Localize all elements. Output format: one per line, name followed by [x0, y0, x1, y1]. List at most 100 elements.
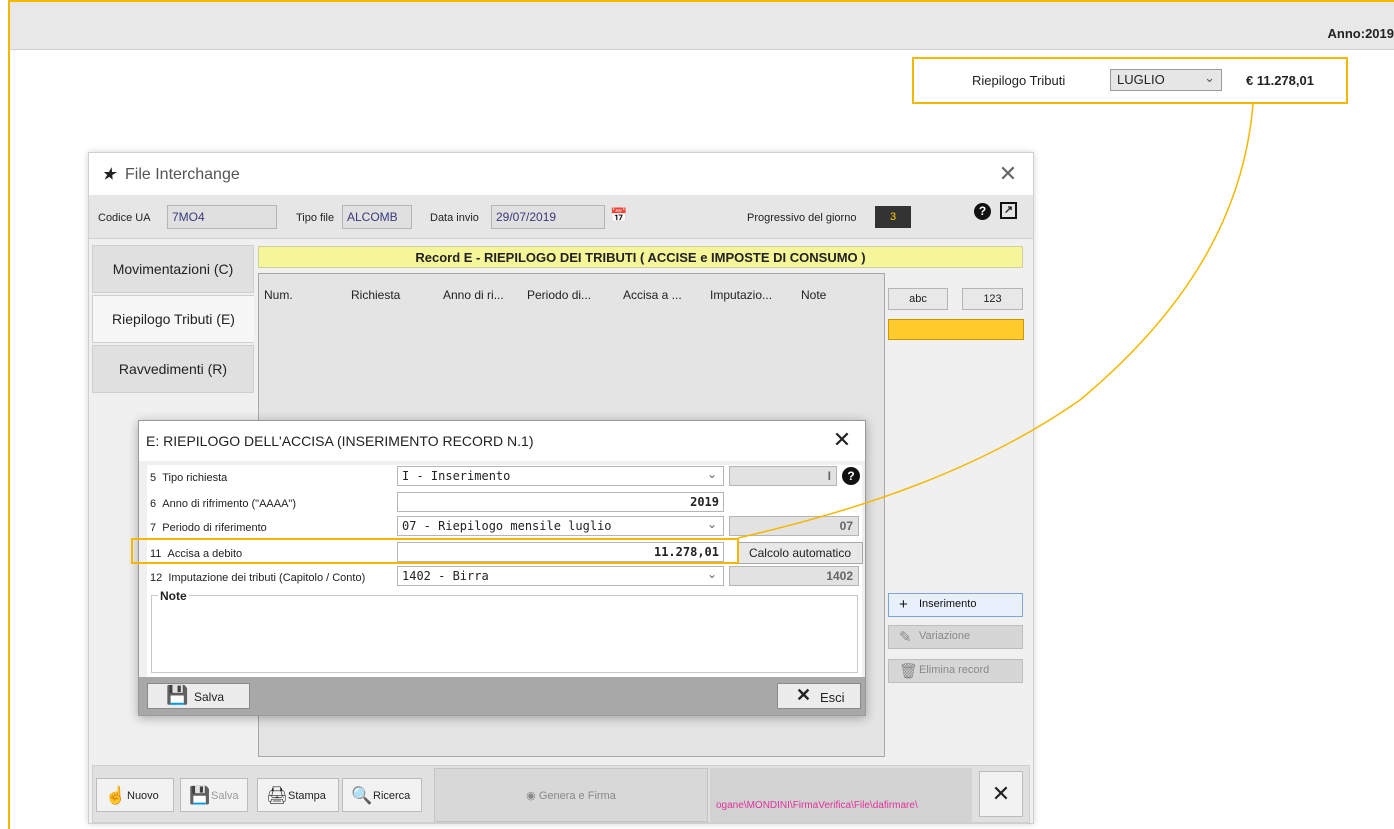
zoom-in-icon: 🔍 — [351, 786, 373, 805]
data-invio-field[interactable]: 29/07/2019 — [491, 205, 605, 229]
variazione-label: Variazione — [919, 630, 971, 642]
window-close-icon[interactable]: ✕ — [995, 161, 1021, 187]
toolbar-close-button[interactable]: ✕ — [979, 771, 1023, 817]
help-icon[interactable]: ? — [842, 467, 860, 485]
plus-icon: + — [899, 596, 908, 613]
tipo-file-field[interactable]: ALCOMB — [342, 205, 412, 229]
dialog-esci-button[interactable]: ✕ Esci — [777, 683, 861, 709]
elimina-label: Elimina record — [919, 664, 990, 676]
row-label: 12 Imputazione dei tributi (Capitolo / C… — [150, 572, 366, 584]
periodo-value: 07 - Riepilogo mensile luglio — [402, 519, 612, 533]
page-header-bar: Anno:2019 — [8, 0, 1394, 50]
anno-input[interactable]: 2019 — [397, 492, 724, 512]
column-header[interactable]: Num. — [264, 288, 293, 302]
anno-label: Anno:2019 — [1327, 26, 1394, 41]
calendar-icon[interactable]: 📅 — [610, 207, 627, 224]
tipo-richiesta-value: I - Inserimento — [402, 469, 511, 483]
calcolo-automatico-button[interactable]: Calcolo automatico — [737, 542, 863, 564]
dialog-title: E: RIEPILOGO DELL'ACCISA (INSERIMENTO RE… — [146, 433, 534, 449]
dialog-footer: 💾 Salva ✕ Esci — [139, 677, 865, 715]
form-row-imputazione: 12 Imputazione dei tributi (Capitolo / C… — [147, 565, 862, 587]
imputazione-value: 1402 - Birra — [402, 569, 489, 583]
dialog-salva-label: Salva — [194, 690, 225, 704]
close-icon: ✕ — [991, 781, 1011, 806]
ricerca-button[interactable]: 🔍 Ricerca — [342, 778, 422, 812]
periodo-select[interactable]: 07 - Riepilogo mensile luglio ⌄ — [397, 516, 724, 536]
nuovo-label: Nuovo — [127, 790, 159, 802]
row-label: 7 Periodo di riferimento — [150, 522, 267, 534]
toolbar-salva-button[interactable]: 💾 Salva — [180, 778, 248, 812]
tab-ravvedimenti[interactable]: Ravvedimenti (R) — [92, 345, 254, 393]
note-label: Note — [158, 589, 189, 603]
month-select[interactable]: LUGLIO ⌄ — [1110, 69, 1222, 91]
ricerca-label: Ricerca — [373, 790, 411, 802]
imputazione-code: 1402 — [729, 566, 859, 586]
genera-firma-button[interactable]: ◉ Genera e Firma — [434, 768, 708, 822]
highlight-border-left — [8, 0, 10, 829]
tipo-file-label: Tipo file — [296, 212, 335, 224]
riepilogo-tributi-label: Riepilogo Tributi — [972, 73, 1066, 88]
dialog-salva-button[interactable]: 💾 Salva — [147, 683, 250, 709]
dialog-titlebar: E: RIEPILOGO DELL'ACCISA (INSERIMENTO RE… — [139, 421, 865, 461]
genera-firma-label: Genera e Firma — [538, 790, 616, 802]
progressivo-label: Progressivo del giorno — [747, 212, 857, 224]
fingerprint-icon: ◉ — [526, 790, 536, 802]
riepilogo-tributi-panel: Riepilogo Tributi LUGLIO ⌄ € 11.278,01 — [912, 57, 1348, 104]
pencil-icon: ✎ — [899, 629, 912, 646]
file-info-bar: Codice UA 7MO4 Tipo file ALCOMB Data inv… — [89, 195, 1033, 239]
dialog-esci-label: Esci — [820, 690, 845, 705]
row-label: 5 Tipo richiesta — [150, 472, 228, 484]
inserimento-button[interactable]: + Inserimento — [888, 593, 1023, 617]
tab-riepilogo-tributi[interactable]: Riepilogo Tributi (E) — [92, 295, 254, 343]
nuovo-button[interactable]: ☝ Nuovo — [96, 778, 174, 812]
elimina-record-button[interactable]: 🗑 Elimina record — [888, 659, 1023, 683]
inserimento-label: Inserimento — [919, 598, 977, 610]
tipo-richiesta-select[interactable]: I - Inserimento ⌄ — [397, 466, 724, 486]
chevron-down-icon: ⌄ — [706, 517, 717, 531]
column-header[interactable]: Richiesta — [351, 288, 400, 302]
record-header: Record E - RIEPILOGO DEI TRIBUTI ( ACCIS… — [258, 246, 1023, 268]
riepilogo-amount: € 11.278,01 — [1246, 73, 1314, 88]
dialog-close-icon[interactable]: ✕ — [829, 427, 855, 453]
numeric-button[interactable]: 123 — [962, 288, 1023, 310]
dialog-form: 5 Tipo richiesta I - Inserimento ⌄ I ? 6… — [147, 465, 863, 681]
column-header[interactable]: Periodo di... — [527, 288, 591, 302]
periodo-code: 07 — [729, 516, 859, 536]
hand-pointer-icon: ☝ — [105, 786, 127, 805]
stampa-label: Stampa — [288, 790, 326, 802]
form-row-periodo: 7 Periodo di riferimento 07 - Riepilogo … — [147, 515, 862, 537]
form-row-anno: 6 Anno di rifrimento ("AAAA") 2019 — [147, 491, 862, 513]
month-select-value: LUGLIO — [1117, 72, 1165, 87]
imputazione-select[interactable]: 1402 - Birra ⌄ — [397, 566, 724, 586]
note-textarea[interactable]: Note — [151, 589, 858, 673]
chevron-down-icon: ⌄ — [706, 467, 717, 481]
bottom-toolbar: ☝ Nuovo 💾 Salva 🖨 Stampa 🔍 Ricerca ◉ Gen… — [92, 765, 1030, 823]
search-input[interactable] — [888, 319, 1024, 340]
row-label: 6 Anno di rifrimento ("AAAA") — [150, 498, 296, 510]
chevron-down-icon: ⌄ — [1204, 70, 1215, 85]
codice-ua-label: Codice UA — [98, 212, 151, 224]
column-header[interactable]: Anno di ri... — [443, 288, 504, 302]
save-icon: 💾 — [189, 786, 211, 805]
save-icon: 💾 — [166, 685, 189, 705]
column-header[interactable]: Accisa a ... — [623, 288, 682, 302]
chevron-down-icon: ⌄ — [706, 567, 717, 581]
stampa-button[interactable]: 🖨 Stampa — [257, 778, 339, 812]
column-header[interactable]: Imputazio... — [710, 288, 772, 302]
data-invio-label: Data invio — [430, 212, 479, 224]
toolbar-salva-label: Salva — [211, 790, 239, 802]
codice-ua-field[interactable]: 7MO4 — [167, 205, 277, 229]
file-path: ogane\MONDINI\FirmaVerifica\File\dafirma… — [710, 768, 972, 822]
window-titlebar: ★ File Interchange ✕ — [89, 153, 1033, 195]
external-link-icon[interactable]: ↗ — [1000, 202, 1017, 219]
progressivo-value: 3 — [875, 206, 911, 228]
variazione-button[interactable]: ✎ Variazione — [888, 625, 1023, 649]
window-title: File Interchange — [125, 166, 240, 183]
tab-movimentazioni[interactable]: Movimentazioni (C) — [92, 245, 254, 293]
help-icon[interactable]: ? — [974, 203, 991, 220]
abc-button[interactable]: abc — [888, 288, 948, 310]
trash-icon: 🗑 — [899, 663, 919, 680]
printer-icon: 🖨 — [266, 786, 288, 805]
app-logo-icon: ★ — [102, 166, 116, 183]
column-header[interactable]: Note — [801, 288, 826, 302]
